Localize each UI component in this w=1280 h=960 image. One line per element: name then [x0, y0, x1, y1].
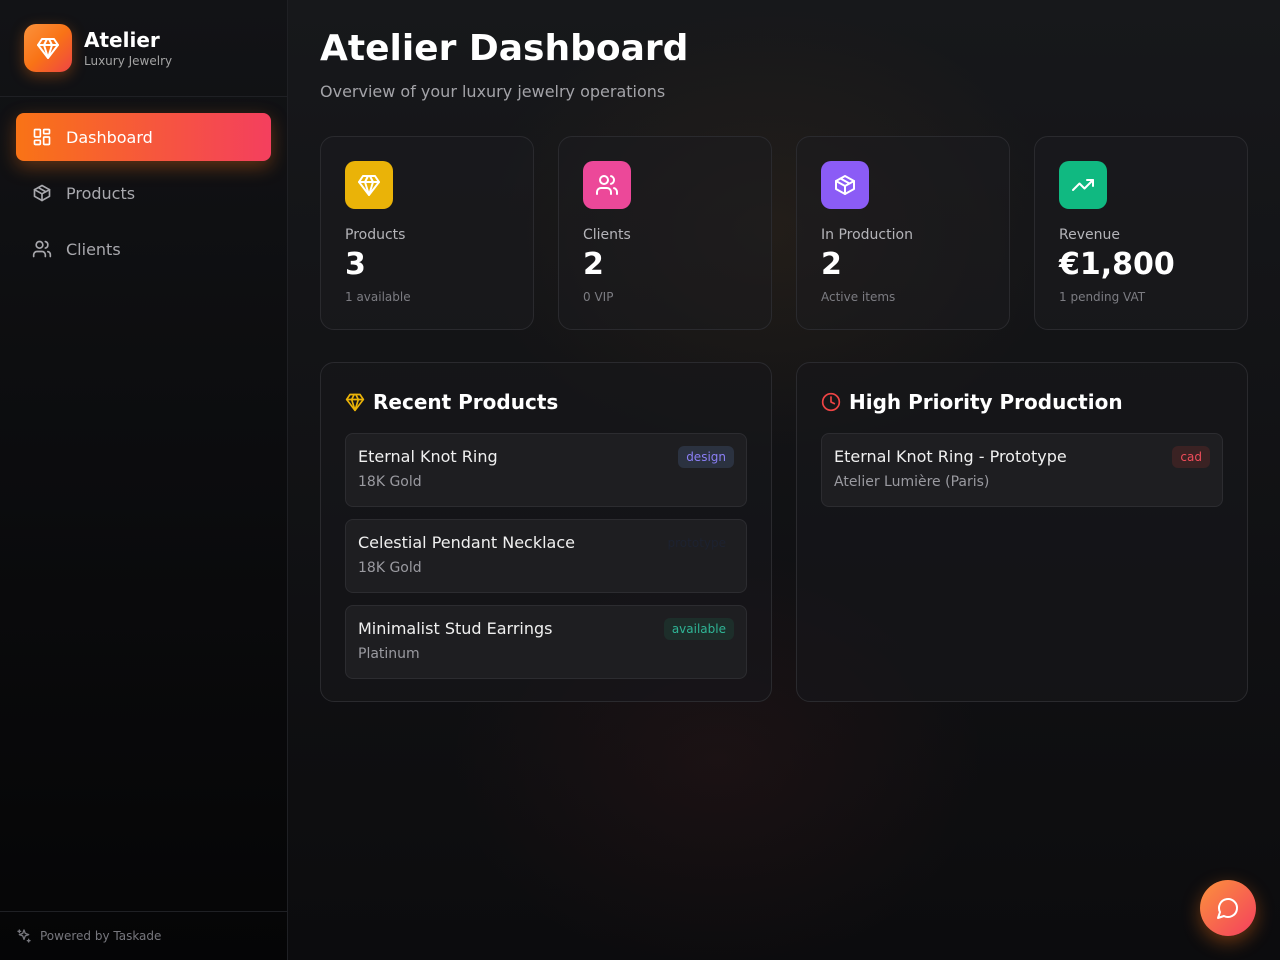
production-name: Eternal Knot Ring - Prototype — [834, 447, 1067, 466]
brand: Atelier Luxury Jewelry — [0, 0, 287, 97]
stat-card-revenue: Revenue €1,800 1 pending VAT — [1034, 136, 1248, 330]
layout-dashboard-icon — [33, 128, 51, 146]
sparkles-icon — [17, 929, 31, 943]
stat-value: 2 — [583, 247, 604, 282]
stat-card-clients: Clients 2 0 VIP — [558, 136, 772, 330]
panel-title: High Priority Production — [849, 390, 1123, 414]
recent-products-panel: Recent Products Eternal Knot Ring 18K Go… — [320, 362, 772, 702]
clock-icon — [821, 392, 841, 412]
stat-value: 3 — [345, 247, 366, 282]
stat-value: 2 — [821, 247, 842, 282]
chat-button[interactable] — [1200, 880, 1256, 936]
stat-label: In Production — [821, 227, 913, 243]
sidebar-item-label: Dashboard — [66, 127, 153, 147]
list-item[interactable]: Eternal Knot Ring 18K Gold design — [345, 433, 747, 507]
box-icon — [821, 161, 869, 209]
page-title: Atelier Dashboard — [320, 28, 689, 69]
stat-card-in-production: In Production 2 Active items — [796, 136, 1010, 330]
panel-title: Recent Products — [373, 390, 559, 414]
status-badge: prototype — [667, 536, 726, 550]
sidebar-nav: Dashboard Products Clients — [0, 97, 287, 297]
list-item[interactable]: Celestial Pendant Necklace 18K Gold prot… — [345, 519, 747, 593]
package-icon — [33, 184, 51, 202]
gem-icon — [24, 24, 72, 72]
high-priority-panel: High Priority Production Eternal Knot Ri… — [796, 362, 1248, 702]
sidebar-item-clients[interactable]: Clients — [16, 225, 271, 273]
list-item[interactable]: Eternal Knot Ring - Prototype Atelier Lu… — [821, 433, 1223, 507]
users-icon — [32, 240, 52, 258]
message-circle-icon — [1217, 898, 1238, 919]
powered-by-footer[interactable]: Powered by Taskade — [0, 911, 287, 960]
product-material: 18K Gold — [358, 560, 422, 576]
sidebar-item-label: Products — [66, 183, 136, 203]
stat-value: €1,800 — [1059, 247, 1175, 282]
page-subtitle: Overview of your luxury jewelry operatio… — [320, 82, 666, 101]
list-item[interactable]: Minimalist Stud Earrings Platinum availa… — [345, 605, 747, 679]
stat-label: Products — [345, 227, 406, 243]
status-badge: cad — [1172, 446, 1210, 468]
status-badge: design — [678, 446, 734, 468]
product-material: Platinum — [358, 646, 420, 662]
stat-note: 1 available — [345, 290, 411, 304]
powered-by-label: Powered by Taskade — [40, 929, 162, 943]
sidebar-item-dashboard[interactable]: Dashboard — [16, 113, 271, 161]
gem-icon — [345, 161, 393, 209]
sidebar: Atelier Luxury Jewelry Dashboard Product… — [0, 0, 288, 960]
stat-note: 0 VIP — [583, 290, 614, 304]
production-workshop: Atelier Lumière (Paris) — [834, 474, 990, 490]
sidebar-item-label: Clients — [66, 239, 121, 259]
stat-label: Revenue — [1059, 227, 1120, 243]
trending-up-icon — [1059, 161, 1107, 209]
brand-name: Atelier — [84, 28, 160, 52]
sidebar-item-products[interactable]: Products — [16, 169, 271, 217]
product-material: 18K Gold — [358, 474, 422, 490]
status-badge: available — [663, 618, 734, 640]
stat-label: Clients — [583, 227, 631, 243]
stat-card-products: Products 3 1 available — [320, 136, 534, 330]
stat-note: 1 pending VAT — [1059, 290, 1146, 304]
stat-note: Active items — [821, 290, 896, 304]
gem-icon — [345, 393, 365, 412]
brand-subtitle: Luxury Jewelry — [84, 54, 173, 68]
main-content: Atelier Dashboard Overview of your luxur… — [288, 0, 1280, 960]
users-icon — [583, 161, 631, 209]
